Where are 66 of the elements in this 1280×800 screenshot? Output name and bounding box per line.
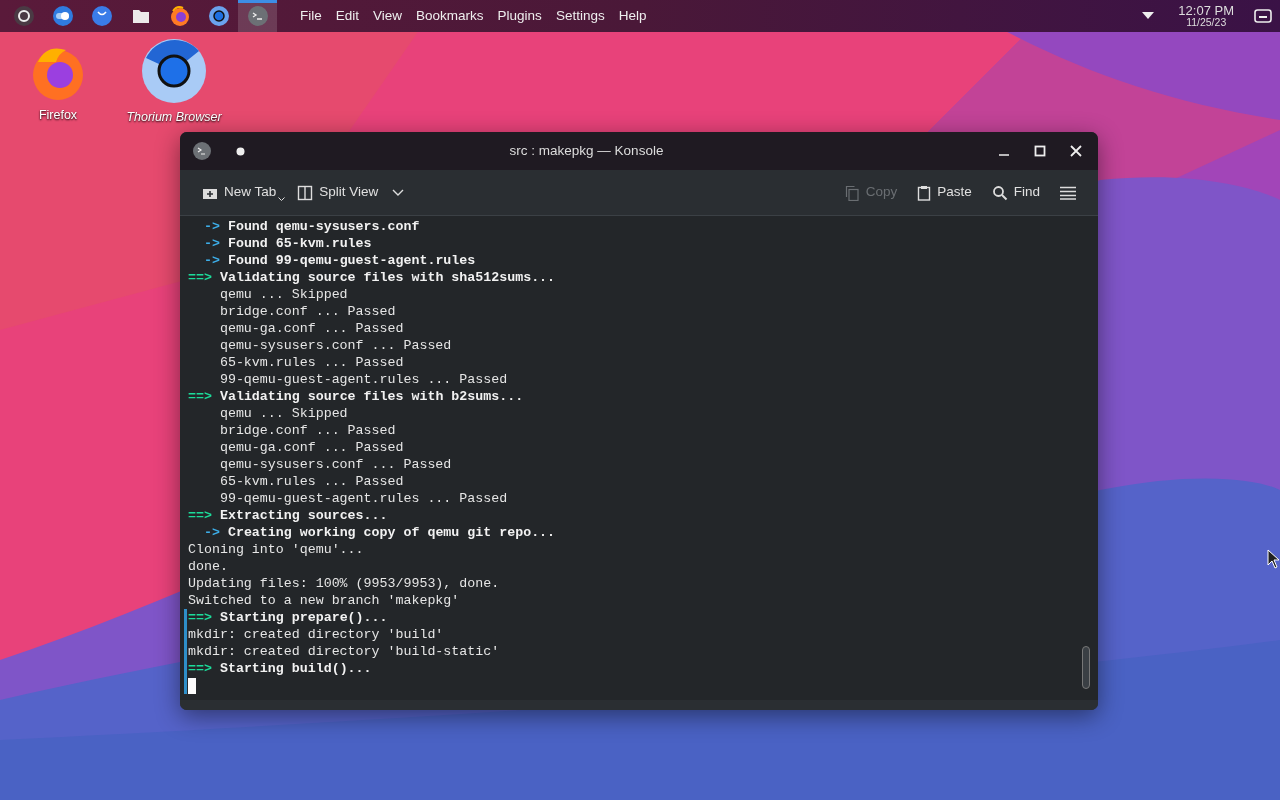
terminal-line: qemu-sysusers.conf ... Passed bbox=[218, 337, 452, 354]
menu-item[interactable]: Help bbox=[611, 5, 654, 27]
terminal-line: 99-qemu-guest-agent.rules ... Passed bbox=[218, 490, 508, 507]
terminal-icon bbox=[246, 5, 269, 27]
terminal-line: 65-kvm.rules ... Passed bbox=[218, 473, 404, 490]
terminal-line: -> Found 99-qemu-guest-agent.rules bbox=[202, 252, 476, 269]
caret-icon bbox=[278, 197, 286, 202]
window-title: src : makepkg — Konsole bbox=[508, 141, 665, 160]
copy-icon bbox=[843, 184, 860, 201]
terminal-line: mkdir: created directory 'build-static' bbox=[188, 643, 500, 660]
toolbar-button[interactable]: Find bbox=[985, 178, 1046, 207]
chevron-down-icon bbox=[392, 188, 405, 197]
terminal-line: ==> Validating source files with b2sums... bbox=[188, 388, 524, 405]
desktop-icon-label[interactable]: Thorium Browser bbox=[126, 108, 222, 127]
terminal-line: Updating files: 100% (9953/9953), done. bbox=[188, 575, 500, 592]
toggle-icon bbox=[51, 5, 74, 27]
terminal-line: qemu-ga.conf ... Passed bbox=[218, 439, 404, 456]
terminal-line: ==> Validating source files with sha512sums... bbox=[188, 269, 556, 286]
menu-item[interactable]: Settings bbox=[548, 5, 612, 27]
terminal-line: 65-kvm.rules ... Passed bbox=[218, 354, 404, 371]
scrollbar-thumb[interactable] bbox=[1082, 646, 1090, 689]
terminal-line: ==> Extracting sources... bbox=[188, 507, 388, 524]
terminal-line: qemu-ga.conf ... Passed bbox=[218, 320, 404, 337]
clock-date[interactable]: 11/25/23 bbox=[1178, 17, 1234, 28]
circle-icon bbox=[12, 5, 35, 27]
maximize-icon[interactable] bbox=[1034, 145, 1046, 157]
terminal-icon bbox=[192, 141, 212, 161]
menu-item[interactable]: Edit bbox=[328, 5, 367, 27]
terminal-line: -> Creating working copy of qemu git repo... bbox=[202, 524, 556, 541]
show-desktop-icon[interactable] bbox=[1254, 8, 1272, 24]
terminal-line: 99-qemu-guest-agent.rules ... Passed bbox=[218, 371, 508, 388]
terminal-line: Cloning into 'qemu'... bbox=[188, 541, 364, 558]
terminal-line: ==> Starting build()... bbox=[188, 660, 372, 677]
terminal-line: qemu ... Skipped bbox=[218, 405, 348, 422]
toolbar-button[interactable]: Paste bbox=[911, 178, 978, 207]
text-cursor bbox=[188, 678, 196, 694]
terminal-line: -> Found 65-kvm.rules bbox=[202, 235, 372, 252]
browser-icon[interactable] bbox=[141, 38, 207, 104]
close-icon[interactable] bbox=[1070, 145, 1082, 157]
toolbar-button[interactable]: Split View bbox=[291, 178, 411, 207]
clipboard-icon bbox=[917, 184, 932, 201]
terminal-line: bridge.conf ... Passed bbox=[218, 422, 396, 439]
menu-item[interactable]: Bookmarks bbox=[409, 5, 491, 27]
menu-item[interactable]: View bbox=[366, 5, 410, 27]
split-view-icon bbox=[297, 184, 314, 201]
desktop-icon-label[interactable]: Firefox bbox=[38, 106, 78, 125]
terminal-line: qemu ... Skipped bbox=[218, 286, 348, 303]
terminal-line: bridge.conf ... Passed bbox=[218, 303, 396, 320]
mouse-pointer-icon bbox=[1267, 549, 1280, 569]
fox-icon bbox=[168, 5, 191, 27]
browser-icon bbox=[207, 5, 230, 27]
terminal-line: Switched to a new branch 'makepkg' bbox=[188, 592, 460, 609]
search-icon bbox=[991, 184, 1008, 201]
terminal-line: -> Found qemu-sysusers.conf bbox=[202, 218, 420, 235]
clock-time[interactable]: 12:07 PM bbox=[1178, 4, 1234, 18]
terminal-line: mkdir: created directory 'build' bbox=[188, 626, 444, 643]
menu-item[interactable]: Plugins bbox=[490, 5, 549, 27]
toolbar-button[interactable]: New Tab bbox=[196, 178, 292, 207]
menu-item[interactable]: File bbox=[293, 5, 329, 27]
terminal-line: done. bbox=[188, 558, 228, 575]
terminal-line: qemu-sysusers.conf ... Passed bbox=[218, 456, 452, 473]
folder-icon bbox=[130, 7, 151, 25]
bag-icon bbox=[90, 5, 113, 27]
pin-dot-icon[interactable] bbox=[236, 146, 245, 156]
dropdown-arrow-icon[interactable] bbox=[1142, 12, 1155, 20]
terminal-line: ==> Starting prepare()... bbox=[188, 609, 388, 626]
